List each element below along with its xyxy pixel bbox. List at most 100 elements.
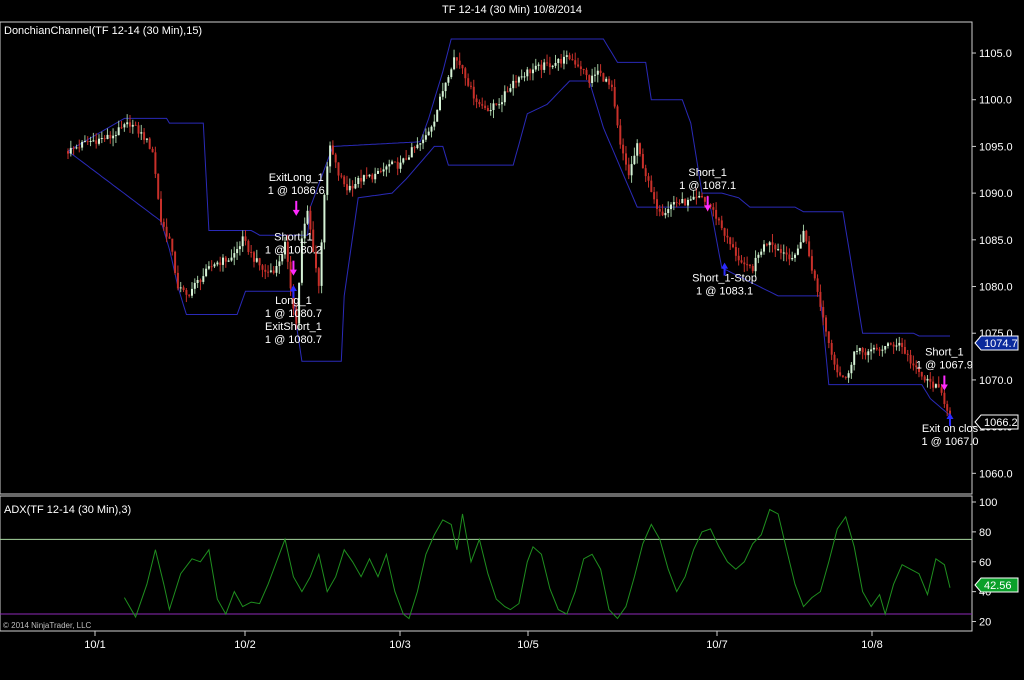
candle-body (382, 169, 385, 172)
candle-body (563, 56, 565, 64)
candle-body (247, 240, 250, 252)
candle-body (822, 307, 825, 318)
candle-body (858, 348, 861, 351)
candle-body (95, 140, 98, 144)
candle-body (751, 266, 754, 272)
candle-body (765, 244, 768, 246)
candle-body (453, 57, 456, 70)
price-tick-label: 1060.0 (979, 468, 1013, 480)
candle-body (805, 230, 808, 242)
candle-body (599, 70, 602, 73)
candle-body (416, 144, 419, 148)
candle-body (802, 230, 805, 243)
candle-body (69, 147, 72, 154)
candle-body (326, 166, 329, 195)
candle-body (839, 372, 842, 376)
candle-body (72, 147, 75, 149)
candle-body (517, 77, 520, 83)
candle-body (199, 280, 202, 282)
trade-label: 1 @ 1087.1 (679, 180, 736, 192)
candle-body (89, 141, 92, 142)
candle-body (717, 218, 720, 221)
candle-body (365, 175, 368, 177)
candle-body (202, 276, 205, 282)
candle-body (630, 164, 633, 176)
price-panel-label: DonchianChannel(TF 12-14 (30 Min),15) (4, 25, 202, 37)
candle-body (506, 91, 509, 93)
candle-body (430, 126, 433, 132)
candle-body (205, 268, 208, 277)
candle-body (723, 228, 726, 236)
candle-body (137, 125, 140, 134)
candle-body (486, 108, 489, 112)
candle-body (191, 288, 193, 296)
candle-body (472, 86, 475, 99)
candle-body (903, 347, 906, 354)
candle-body (729, 237, 732, 245)
candle-body (875, 347, 878, 350)
price-tick-label: 1085.0 (979, 235, 1013, 247)
candle-body (388, 164, 391, 167)
price-tick-label: 1105.0 (979, 48, 1012, 60)
candle-body (334, 154, 337, 163)
candle-body (774, 244, 777, 250)
candle-body (81, 141, 84, 148)
candle-body (909, 354, 912, 364)
candle-body (906, 353, 909, 355)
candle-body (830, 343, 833, 355)
candle-body (419, 143, 422, 145)
candle-body (498, 104, 501, 106)
candle-body (120, 127, 123, 129)
candle-body (588, 75, 591, 83)
candle-body (391, 161, 394, 165)
candle-body (678, 203, 681, 205)
candle-body (619, 125, 622, 145)
candle-body (861, 348, 864, 353)
candle-body (503, 91, 506, 103)
candle-body (109, 134, 112, 139)
candle-body (534, 65, 537, 70)
price-panel-frame (0, 21, 973, 495)
candle-body (703, 197, 706, 202)
candle-body (901, 342, 904, 347)
candle-body (760, 251, 763, 255)
candle-body (160, 198, 162, 222)
candle-body (439, 96, 441, 110)
candle-body (424, 135, 427, 140)
candle-body (182, 287, 185, 290)
adx-tick-label: 80 (979, 527, 991, 539)
candle-body (757, 254, 760, 258)
candle-body (255, 258, 258, 262)
time-tick-label: 10/1 (84, 639, 105, 651)
trade-label: Long_1 (275, 295, 312, 307)
candle-body (926, 378, 929, 381)
candle-body (568, 55, 571, 60)
adx-axis: 20406080100 (972, 497, 997, 629)
candle-body (379, 171, 382, 172)
candle-body (329, 145, 332, 167)
candle-body (808, 241, 811, 257)
candle-body (458, 60, 461, 66)
candle-body (131, 124, 134, 127)
candle-body (478, 102, 481, 105)
candle-body (551, 65, 554, 68)
time-tick-label: 10/3 (389, 639, 410, 651)
candle-body (825, 317, 827, 332)
candle-body (557, 59, 560, 63)
candle-body (317, 268, 320, 286)
candle-body (763, 244, 765, 252)
adx-line (123, 508, 951, 620)
price-tick-label: 1090.0 (979, 188, 1013, 200)
candle-body (920, 372, 923, 377)
candle-body (117, 127, 120, 136)
candle-body (537, 64, 540, 66)
candle-body (331, 145, 334, 155)
candle-body (86, 141, 89, 143)
candle-body (219, 262, 222, 265)
candle-body (695, 196, 698, 198)
candle-body (684, 199, 687, 206)
candle-body (864, 352, 867, 356)
candle-body (441, 91, 444, 97)
candle-body (269, 270, 272, 272)
candle-body (610, 84, 613, 87)
